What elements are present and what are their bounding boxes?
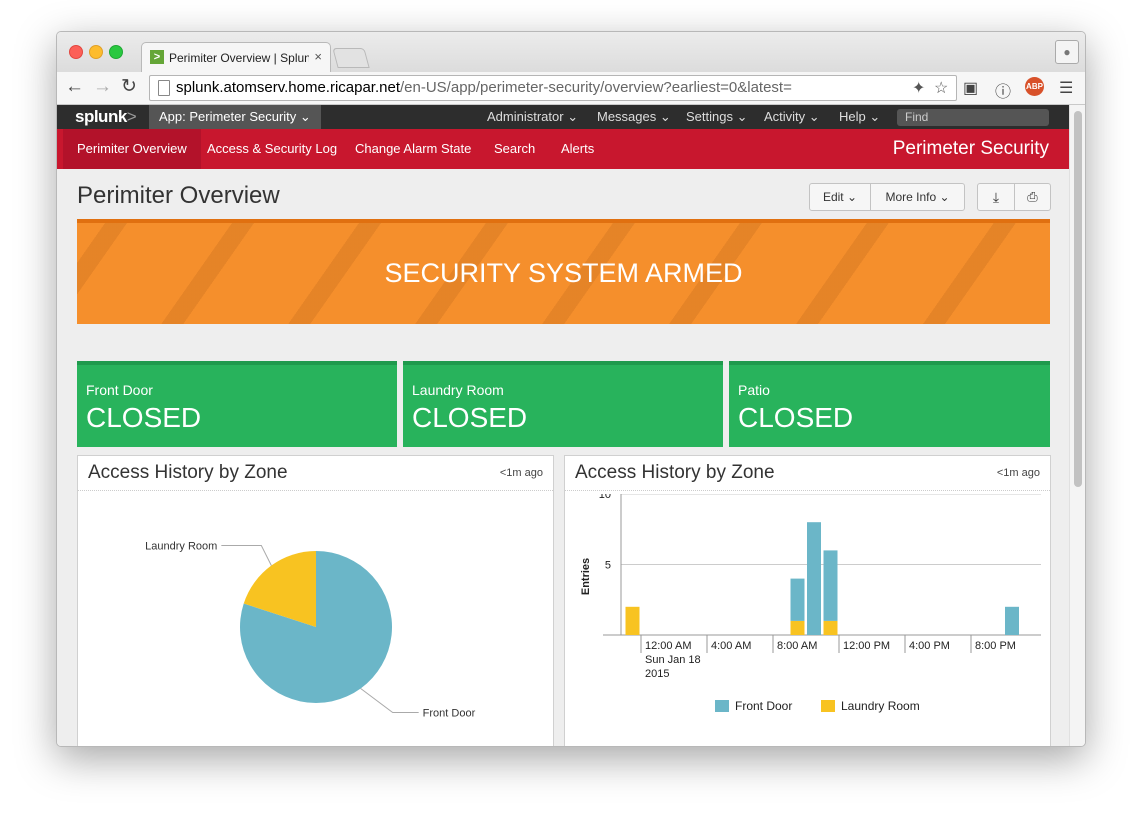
menu-administrator[interactable]: Administrator ⌄	[487, 105, 578, 129]
pie-chart: Front Door Laundry Room	[145, 541, 476, 720]
splunk-app-bar: splunk> App: Perimeter Security ⌄ Admini…	[57, 105, 1069, 129]
download-icon[interactable]: ⤓	[978, 184, 1014, 210]
page-viewport: splunk> App: Perimeter Security ⌄ Admini…	[57, 105, 1069, 746]
legend-swatch	[715, 700, 729, 712]
menu-activity[interactable]: Activity ⌄	[764, 105, 820, 129]
x-tick-label: 4:00 AM	[711, 640, 751, 652]
extension-icon[interactable]: ✦	[912, 78, 925, 98]
pie-chart-panel: Access History by Zone <1m ago Front Doo…	[77, 455, 554, 746]
page-title: Perimiter Overview	[77, 182, 280, 209]
zone-name: Patio	[738, 382, 770, 398]
bar-front-door	[1005, 606, 1019, 635]
cast-icon[interactable]: ▣	[963, 78, 978, 98]
bar-laundry-room	[625, 606, 640, 635]
splunk-favicon-icon: >	[150, 50, 164, 64]
zone-name: Laundry Room	[412, 382, 504, 398]
forward-icon[interactable]: →	[93, 77, 112, 97]
x-tick-sublabel: 2015	[645, 668, 669, 680]
zone-status: CLOSED	[86, 402, 202, 433]
splunk-logo[interactable]: splunk>	[75, 107, 137, 127]
export-print-group: ⤓ ⎙	[977, 183, 1051, 211]
nav-perimiter-overview[interactable]: Perimiter Overview	[63, 129, 201, 169]
menu-settings[interactable]: Settings ⌄	[686, 105, 748, 129]
zoom-window-button[interactable]	[109, 45, 123, 59]
pie-leader-line	[221, 545, 272, 566]
app-brand: Perimeter Security	[892, 138, 1049, 159]
panel-timestamp[interactable]: <1m ago	[997, 467, 1040, 479]
zone-card-laundry-room: Laundry Room CLOSED	[403, 361, 723, 447]
panel-title: Access History by Zone	[575, 462, 775, 483]
zone-card-front-door: Front Door CLOSED	[77, 361, 397, 447]
page-icon	[158, 80, 170, 96]
x-tick-label: 8:00 AM	[777, 640, 817, 652]
adblock-icon[interactable]: ABP	[1025, 77, 1044, 96]
zone-name: Front Door	[86, 382, 153, 398]
y-tick-label: 5	[605, 560, 611, 572]
x-tick-sublabel: Sun Jan 18	[645, 654, 701, 666]
tab-title: Perimiter Overview | Splunk	[169, 51, 309, 65]
pie-label-front-door: Front Door	[423, 707, 476, 719]
x-tick-label: 8:00 PM	[975, 640, 1016, 652]
find-input[interactable]: Find	[897, 109, 1049, 126]
nav-access-security-log[interactable]: Access & Security Log	[207, 129, 337, 169]
page-scrollbar[interactable]	[1069, 105, 1085, 746]
browser-tab[interactable]: > Perimiter Overview | Splunk ×	[141, 42, 331, 73]
profile-icon[interactable]: ●	[1055, 40, 1079, 64]
panel-title: Access History by Zone	[88, 462, 288, 483]
zone-status: CLOSED	[738, 402, 854, 433]
bar-chart: 5 10 Entries 12:00 AM 4:00 AM 8:00 AM 12:00 PM…	[580, 494, 1041, 713]
x-tick-label: 4:00 PM	[909, 640, 950, 652]
x-tick-label: 12:00 AM	[645, 640, 691, 652]
bar-front-door	[823, 550, 838, 621]
menu-icon[interactable]: ☰	[1059, 78, 1073, 98]
nav-alerts[interactable]: Alerts	[561, 129, 594, 169]
pie-leader-line	[360, 688, 419, 713]
nav-search[interactable]: Search	[494, 129, 535, 169]
bar-front-door	[790, 578, 805, 621]
browser-titlebar: > Perimiter Overview | Splunk × ●	[57, 32, 1085, 73]
zone-card-patio: Patio CLOSED	[729, 361, 1050, 447]
info-icon[interactable]: ⓘ	[995, 78, 1011, 102]
panel-timestamp[interactable]: <1m ago	[500, 467, 543, 479]
new-tab-button[interactable]	[332, 48, 370, 68]
nav-change-alarm-state[interactable]: Change Alarm State	[355, 129, 471, 169]
edit-button[interactable]: Edit ⌄	[810, 184, 870, 210]
legend-label: Laundry Room	[841, 699, 920, 713]
bar-chart-panel: Access History by Zone <1m ago 5 10 Entrie…	[564, 455, 1051, 746]
bar-laundry-room	[790, 620, 805, 635]
more-info-button[interactable]: More Info ⌄	[871, 184, 964, 210]
app-selector[interactable]: App: Perimeter Security ⌄	[149, 105, 321, 129]
zone-status: CLOSED	[412, 402, 528, 433]
legend-swatch	[821, 700, 835, 712]
tab-close-icon[interactable]: ×	[314, 49, 322, 64]
alarm-state-text: SECURITY SYSTEM ARMED	[384, 258, 743, 288]
app-nav-bar: Perimiter Overview Access & Security Log…	[57, 129, 1069, 169]
y-tick-label: 10	[599, 494, 611, 501]
bookmark-star-icon[interactable]: ☆	[934, 78, 948, 98]
bar-front-door	[807, 522, 821, 635]
browser-window: > Perimiter Overview | Splunk × ● ← → ↻ …	[56, 31, 1086, 747]
menu-help[interactable]: Help ⌄	[839, 105, 880, 129]
url-text: splunk.atomserv.home.ricapar.net/en-US/a…	[176, 79, 792, 96]
scrollbar-thumb[interactable]	[1074, 111, 1082, 487]
legend-label: Front Door	[735, 699, 792, 713]
x-tick-label: 12:00 PM	[843, 640, 890, 652]
address-bar[interactable]: splunk.atomserv.home.ricapar.net/en-US/a…	[149, 75, 957, 101]
alarm-state-banner: SECURITY SYSTEM ARMED	[77, 219, 1050, 324]
edit-more-group: Edit ⌄ More Info ⌄	[809, 183, 965, 211]
back-icon[interactable]: ←	[65, 77, 84, 97]
bar-laundry-room	[823, 620, 838, 635]
browser-toolbar: ← → ↻ splunk.atomserv.home.ricapar.net/e…	[57, 72, 1085, 105]
pie-label-laundry-room: Laundry Room	[145, 541, 217, 553]
print-icon[interactable]: ⎙	[1015, 184, 1050, 210]
reload-icon[interactable]: ↻	[121, 77, 137, 97]
minimize-window-button[interactable]	[89, 45, 103, 59]
menu-messages[interactable]: Messages ⌄	[597, 105, 671, 129]
y-axis-title: Entries	[580, 558, 592, 595]
close-window-button[interactable]	[69, 45, 83, 59]
